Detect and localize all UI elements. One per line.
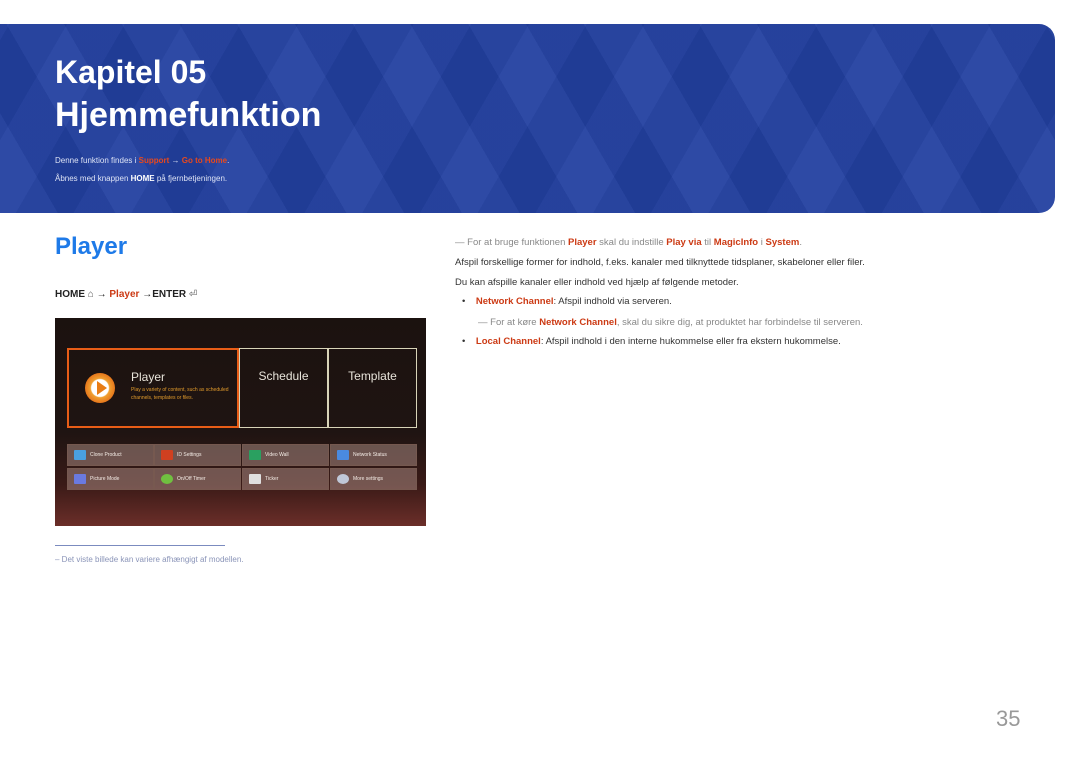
bullet-local-channel: • Local Channel: Afspil indhold i den in… xyxy=(462,336,841,347)
note-player-setting: ― For at bruge funktionen Player skal du… xyxy=(455,237,802,248)
text: på fjernbetjeningen. xyxy=(154,174,228,183)
text: Åbnes med knappen xyxy=(55,174,131,183)
play-icon xyxy=(85,373,115,403)
footnote-text: Det viste billede kan variere afhængigt … xyxy=(61,555,244,564)
grid-item: Ticker xyxy=(242,468,329,490)
term: MagicInfo xyxy=(713,237,759,248)
grid-item-label: Clone Product xyxy=(90,452,122,458)
grid-item: Picture Mode xyxy=(67,468,154,490)
player-tile: Player Play a variety of content, such a… xyxy=(67,348,239,428)
text: Denne funktion findes i xyxy=(55,156,139,165)
player-tile-label: Player xyxy=(131,370,166,384)
home-key: HOME xyxy=(55,289,85,300)
grid-item: Network Status xyxy=(330,444,417,466)
note-network-channel: ― For at køre Network Channel, skal du s… xyxy=(478,317,863,328)
grid-item: ID Settings xyxy=(154,444,241,466)
grid-item: Clone Product xyxy=(67,444,154,466)
term: Network Channel xyxy=(539,317,617,328)
network-icon xyxy=(337,450,349,460)
id-icon xyxy=(161,450,173,460)
text: . xyxy=(799,237,802,248)
text: For at køre xyxy=(490,317,540,328)
grid-item-label: Network Status xyxy=(353,452,387,458)
support-link: Support xyxy=(138,156,170,165)
page-number: 35 xyxy=(996,706,1021,731)
term: System xyxy=(765,237,800,248)
text: : Afspil indhold i den interne hukommels… xyxy=(540,336,841,347)
navigation-path: HOME ⌂ → Player →ENTER ⏎ xyxy=(55,289,197,300)
text: skal du indstille xyxy=(596,237,667,248)
schedule-tile-label: Schedule xyxy=(258,369,309,383)
picture-mode-icon xyxy=(74,474,86,484)
arrow: → xyxy=(139,289,153,300)
schedule-tile: Schedule xyxy=(239,348,328,428)
bullet-network-channel: • Network Channel: Afspil indhold via se… xyxy=(462,296,672,307)
term: Player xyxy=(568,237,597,248)
footnote: – Det viste billede kan variere afhængig… xyxy=(55,555,244,564)
section-title: Player xyxy=(55,233,128,260)
ticker-icon xyxy=(249,474,261,484)
text: , skal du sikre dig, at produktet har fo… xyxy=(616,317,863,328)
settings-grid: Clone Product ID Settings Video Wall Net… xyxy=(67,444,417,490)
text: : Afspil indhold via serveren. xyxy=(553,296,672,307)
text: til xyxy=(701,237,714,248)
enter-icon: ⏎ xyxy=(188,289,198,300)
paragraph: Afspil forskellige former for indhold, f… xyxy=(455,257,865,268)
grid-item-label: Picture Mode xyxy=(90,476,120,482)
chapter-banner: Kapitel 05 Hjemmefunktion Denne funktion… xyxy=(0,24,1055,213)
grid-item-label: More settings xyxy=(353,476,384,482)
term: Network Channel xyxy=(475,296,554,307)
banner-home-text: Åbnes med knappen HOME på fjernbetjening… xyxy=(55,174,227,183)
enter-key: ENTER xyxy=(152,289,187,300)
grid-item-label: ID Settings xyxy=(177,452,202,458)
text: i xyxy=(758,237,766,248)
grid-item-label: Video Wall xyxy=(265,452,289,458)
grid-item: More settings xyxy=(330,468,417,490)
template-tile: Template xyxy=(328,348,417,428)
grid-item: Video Wall xyxy=(242,444,329,466)
chapter-title: Hjemmefunktion xyxy=(55,96,322,134)
arrow: → xyxy=(93,289,110,300)
clone-icon xyxy=(74,450,86,460)
player-path-item: Player xyxy=(109,289,140,300)
banner-location-text: Denne funktion findes i Support → Go to … xyxy=(55,156,229,165)
player-tile-description: Play a variety of content, such as sched… xyxy=(131,387,229,401)
template-tile-label: Template xyxy=(348,369,397,383)
grid-item-label: On/Off Timer xyxy=(177,476,206,482)
chapter-number: Kapitel 05 xyxy=(55,54,207,90)
home-key: HOME xyxy=(130,174,155,183)
home-screen-image: Player Play a variety of content, such a… xyxy=(55,318,426,526)
term: Local Channel xyxy=(475,336,541,347)
go-to-home-link: Go to Home xyxy=(181,156,228,165)
paragraph: Du kan afspille kanaler eller indhold ve… xyxy=(455,277,739,288)
grid-item: On/Off Timer xyxy=(154,468,241,490)
grid-item-label: Ticker xyxy=(265,476,279,482)
term: Play via xyxy=(666,237,702,248)
timer-icon xyxy=(161,474,173,484)
footnote-divider xyxy=(55,545,225,546)
gear-icon xyxy=(337,474,349,484)
video-wall-icon xyxy=(249,450,261,460)
text: For at bruge funktionen xyxy=(467,237,569,248)
arrow: → xyxy=(169,156,182,165)
text: . xyxy=(227,156,230,165)
